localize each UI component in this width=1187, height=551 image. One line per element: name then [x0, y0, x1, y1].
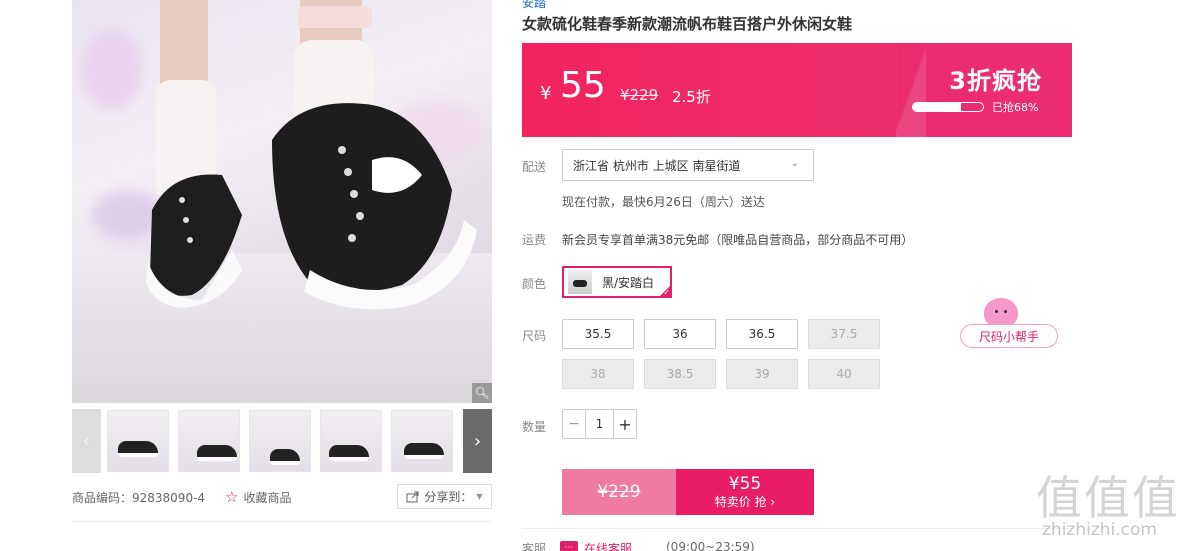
sku-code: 商品编码：92838090-4 [72, 490, 206, 505]
buy-original-price: ¥229 [562, 469, 676, 515]
brand-link[interactable]: 安踏 [522, 0, 546, 11]
sneakers-illustration [146, 0, 477, 310]
discount-rate: 2.5折 [672, 88, 711, 106]
chevron-down-icon: ⌄ [790, 158, 799, 169]
size-option-35-5[interactable]: 35.5 [562, 319, 634, 349]
price-bar-divider [896, 43, 926, 137]
chat-icon: ··· [560, 541, 578, 551]
minus-icon[interactable]: − [563, 410, 585, 438]
favorite-button[interactable]: ☆ 收藏商品 [225, 488, 291, 506]
service-label: 客服 [522, 542, 547, 551]
watermark-logo: 值值值 [1036, 471, 1180, 525]
online-service-link[interactable]: 在线客服 [584, 540, 632, 551]
size-helper-label: 尺码小帮手 [960, 324, 1058, 348]
color-label: 颜色 [522, 277, 547, 291]
size-option-38: 38 [562, 359, 634, 389]
thumbnail-item[interactable] [249, 410, 311, 472]
color-swatch [568, 270, 592, 294]
address-value: 浙江省 杭州市 上城区 南星街道 [573, 158, 741, 173]
share-icon [406, 491, 419, 502]
size-label: 尺码 [522, 329, 547, 343]
divider [522, 528, 1072, 529]
star-icon: ☆ [225, 488, 239, 506]
sold-progress-fill [913, 103, 961, 111]
size-option-37-5: 37.5 [808, 319, 880, 349]
thumbnail-item[interactable] [391, 410, 453, 472]
sale-price: 55 [560, 65, 606, 106]
delivery-label: 配送 [522, 160, 547, 174]
watermark-url: zhizhizhi.com [1042, 520, 1157, 540]
size-option-36[interactable]: 36 [644, 319, 716, 349]
check-icon: ✓ [663, 288, 670, 297]
sold-progress-label: 已抢68% [992, 101, 1039, 114]
thumbnail-strip: ‹ › [72, 409, 492, 473]
currency-symbol: ¥ [540, 83, 552, 104]
address-select[interactable]: 浙江省 杭州市 上城区 南星街道 ⌄ [562, 149, 814, 181]
share-button[interactable]: 分享到： ▼ [397, 484, 492, 509]
watermark: 值值值 zhizhizhi.com [1036, 462, 1186, 551]
freight-text: 新会员专享首单满38元免邮（限唯品自营商品，部分商品不可用） [562, 233, 914, 247]
color-option-selected[interactable]: 黑/安踏白 ✓ [562, 266, 672, 298]
thumb-next-arrow-icon[interactable]: › [463, 409, 492, 473]
service-hours: (09:00~23:59) [666, 540, 755, 551]
buy-sale-section[interactable]: ¥55 特卖价 抢 › [676, 469, 814, 515]
magnifier-icon[interactable]: 🔍︎ [472, 383, 492, 403]
thumbnail-item[interactable] [107, 410, 169, 472]
quantity-input[interactable]: 1 [585, 410, 614, 438]
chevron-down-icon: ▼ [476, 492, 483, 501]
product-title: 女款硫化鞋春季新款潮流帆布鞋百搭户外休闲女鞋 [522, 15, 853, 33]
quantity-label: 数量 [522, 420, 547, 434]
quantity-stepper: − 1 + [562, 409, 637, 439]
size-helper-button[interactable]: 尺码小帮手 [960, 298, 1058, 350]
buy-button[interactable]: ¥229 ¥55 特卖价 抢 › [562, 469, 814, 515]
product-main-image[interactable]: 🔍︎ [72, 0, 492, 403]
size-option-38-5: 38.5 [644, 359, 716, 389]
product-meta-row: 商品编码：92838090-4 ☆ 收藏商品 分享到： ▼ [72, 484, 492, 510]
plus-icon[interactable]: + [614, 410, 636, 438]
sold-progress-bar [912, 102, 984, 112]
thumbnail-item[interactable] [320, 410, 382, 472]
divider [72, 521, 492, 522]
delivery-eta: 现在付款，最快6月26日（周六）送达 [562, 195, 765, 209]
buy-sale-price: ¥55 [728, 474, 762, 494]
original-price: ¥229 [620, 86, 659, 104]
flash-sale-title: 3折疯抢 [949, 67, 1042, 95]
share-label: 分享到： [424, 490, 473, 504]
size-option-40: 40 [808, 359, 880, 389]
buy-sale-label: 特卖价 抢 › [714, 495, 776, 509]
favorite-label: 收藏商品 [243, 490, 292, 505]
flash-sale-price-bar: ¥ 55 ¥229 2.5折 3折疯抢 已抢68% [522, 43, 1072, 137]
freight-label: 运费 [522, 233, 547, 247]
size-option-36-5[interactable]: 36.5 [726, 319, 798, 349]
color-option-label: 黑/安踏白 [602, 275, 655, 290]
thumb-prev-arrow-icon[interactable]: ‹ [72, 409, 101, 473]
size-option-39: 39 [726, 359, 798, 389]
thumbnail-item[interactable] [178, 410, 240, 472]
